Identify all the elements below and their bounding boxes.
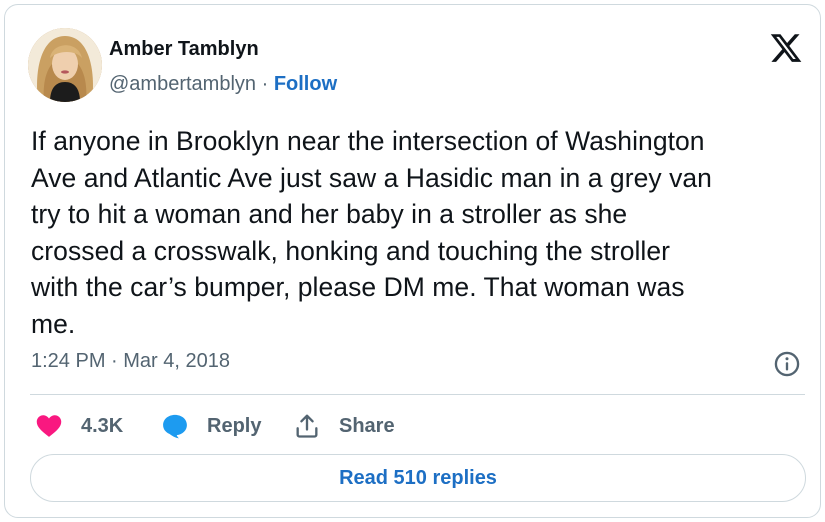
tweet-text-line: If anyone in Brooklyn near the intersect… [31, 126, 705, 156]
info-icon[interactable] [773, 350, 801, 378]
tweet-text: If anyone in Brooklyn near the intersect… [31, 123, 811, 342]
x-logo-icon[interactable] [769, 31, 803, 65]
share-button[interactable]: Share [293, 409, 395, 443]
reply-label: Reply [207, 414, 262, 437]
like-count: 4.3K [81, 414, 124, 437]
share-label: Share [339, 414, 395, 437]
tweet-text-line: try to hit a woman and her baby in a str… [31, 199, 628, 229]
speech-bubble-icon [161, 412, 189, 440]
heart-icon [35, 412, 63, 440]
divider [30, 394, 805, 395]
author-handle-row: @ambertamblyn · Follow [109, 73, 337, 96]
tweet-text-line: me. [31, 308, 76, 339]
share-upload-icon [293, 412, 321, 440]
author-name[interactable]: Amber Tamblyn [109, 38, 259, 61]
tweet-card: Amber Tamblyn @ambertamblyn · Follow If … [4, 4, 821, 518]
reply-button[interactable]: Reply [161, 409, 261, 443]
handle-separator: · [256, 73, 274, 95]
tweet-text-line: Ave and Atlantic Ave just saw a Hasidic … [31, 162, 712, 193]
tweet-timestamp[interactable]: 1:24 PM · Mar 4, 2018 [31, 350, 230, 373]
like-button[interactable]: 4.3K [35, 409, 123, 443]
follow-button[interactable]: Follow [274, 73, 337, 95]
read-replies-button[interactable]: Read 510 replies [30, 454, 806, 502]
tweet-text-line: with the car’s bumper, please DM me. Tha… [31, 272, 685, 302]
author-handle[interactable]: @ambertamblyn [109, 73, 256, 95]
tweet-text-line: crossed a crosswalk, honking and touchin… [31, 235, 671, 266]
author-avatar[interactable] [28, 28, 102, 102]
